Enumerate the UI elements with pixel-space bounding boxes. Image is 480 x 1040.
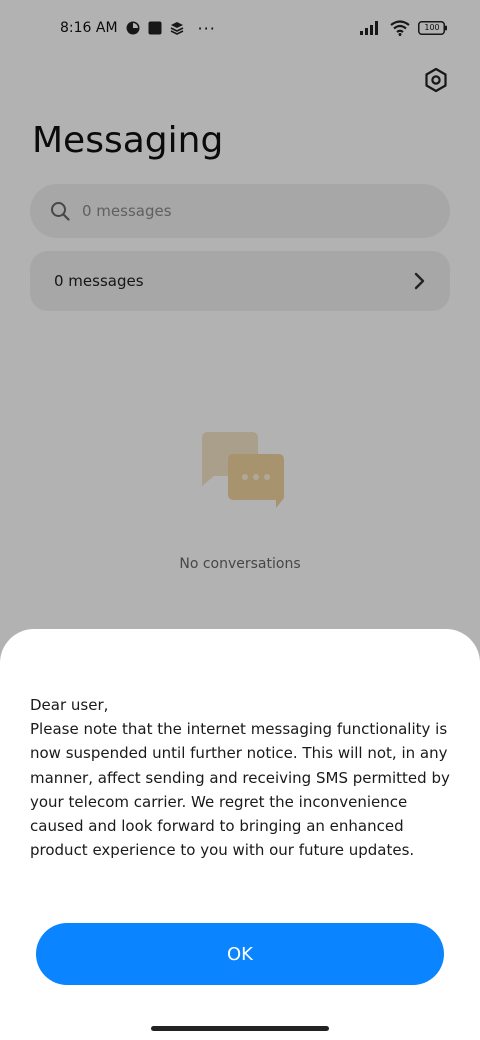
dialog-message: Dear user, Please note that the internet… xyxy=(30,696,450,860)
home-indicator[interactable] xyxy=(151,1026,329,1031)
messaging-screen: 8:16 AM ··· 100 Messaging 0 messages 0 m… xyxy=(0,0,480,1040)
notice-dialog: Dear user, Please note that the internet… xyxy=(0,629,480,1040)
ok-button[interactable]: OK xyxy=(36,923,444,985)
